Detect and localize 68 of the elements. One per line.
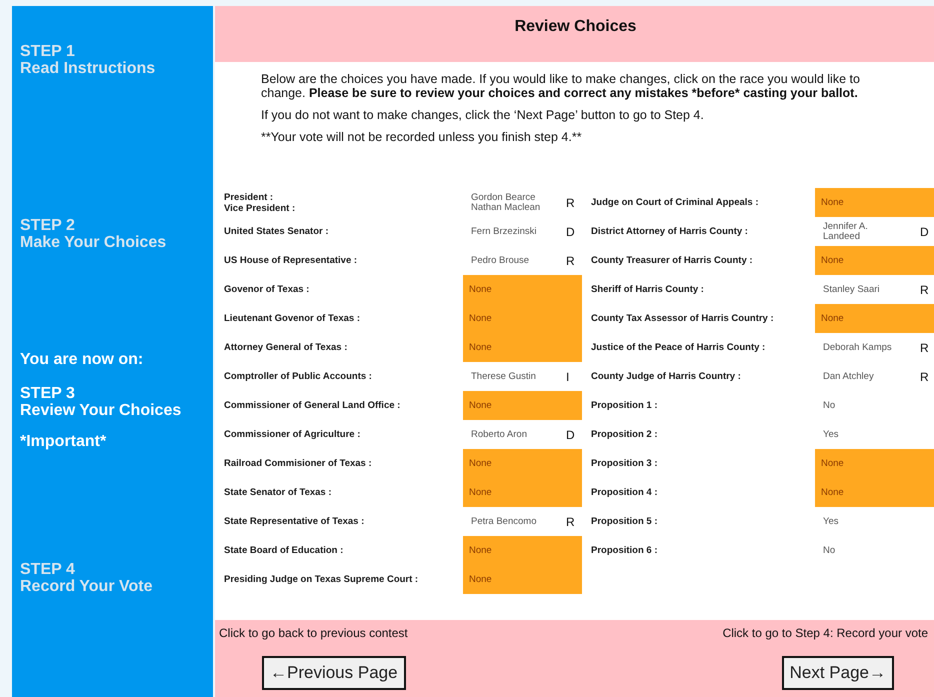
step-note: You are now on: (20, 351, 144, 369)
empty-choice-cell[interactable]: None (463, 304, 582, 333)
step-label: STEP 3 Review Your Choices (20, 385, 182, 419)
choice-cell[interactable]: Deborah Kamps R (815, 333, 934, 362)
previous-page-button[interactable]: ←Previous Page (262, 656, 406, 690)
race-label: Govenor of Texas : (224, 283, 310, 297)
race-label: President : Vice President : (224, 190, 296, 216)
race-label: Justice of the Peace of Harris County : (591, 341, 766, 355)
race-label: State Board of Education : (224, 544, 344, 558)
race-label: Railroad Commisioner of Texas : (224, 457, 373, 471)
choice-cell[interactable]: Dan Atchley R (815, 362, 934, 391)
empty-choice-cell[interactable]: None (463, 565, 582, 594)
next-page-button[interactable]: Next Page→ (782, 656, 894, 690)
step-label: STEP 4 Record Your Vote (20, 561, 154, 595)
race-label: Judge on Court of Criminal Appeals : (591, 196, 760, 210)
instruction-text: If you do not want to make changes, click the ‘Next Page’ button to go to Step 4. (261, 108, 705, 122)
empty-choice-cell[interactable]: None (815, 246, 934, 275)
race-label: Lieutenant Govenor of Texas : (224, 312, 362, 326)
choice-cell[interactable]: No (815, 391, 934, 420)
empty-choice-cell[interactable]: None (463, 391, 582, 420)
step-note: *Important* (20, 433, 108, 451)
choice-cell[interactable]: Yes (815, 420, 934, 449)
race-label: Presiding Judge on Texas Supreme Court : (224, 573, 420, 587)
empty-choice-cell[interactable]: None (815, 449, 934, 478)
race-label: Proposition 4 : (591, 486, 658, 500)
race-label: Comptroller of Public Accounts : (224, 370, 373, 384)
choice-cell[interactable]: Pedro Brouse R (463, 246, 582, 275)
race-label: Proposition 6 : (591, 544, 658, 558)
page-title: Review Choices (514, 18, 636, 36)
race-label: State Senator of Texas : (224, 486, 333, 500)
race-label: Commissioner of General Land Office : (224, 399, 402, 413)
race-label: Proposition 5 : (591, 515, 658, 529)
instruction-text: **Your vote will not be recorded unless you finish step 4.** (261, 130, 583, 144)
empty-choice-cell[interactable]: None (463, 333, 582, 362)
empty-choice-cell[interactable]: None (815, 304, 934, 333)
choice-cell[interactable]: Jennifer A. Landeed D (815, 217, 934, 246)
choice-cell[interactable]: Fern Brzezinski D (463, 217, 582, 246)
step-label: STEP 1 Read Instructions (20, 43, 156, 77)
choice-cell[interactable]: Petra Bencomo R (463, 507, 582, 536)
race-label: Proposition 2 : (591, 428, 658, 442)
race-label: District Attorney of Harris County : (591, 225, 749, 239)
race-label: County Treasurer of Harris County : (591, 254, 754, 268)
empty-choice-cell[interactable]: None (463, 536, 582, 565)
choice-cell[interactable]: Stanley Saari R (815, 275, 934, 304)
choice-cell[interactable]: Therese Gustin I (463, 362, 582, 391)
race-label: United States Senator : (224, 225, 330, 239)
race-label: Sheriff of Harris County : (591, 283, 705, 297)
race-label: County Judge of Harris Country : (591, 370, 742, 384)
next-hint: Click to go to Step 4: Record your vote (722, 626, 928, 640)
empty-choice-cell[interactable]: None (463, 478, 582, 507)
back-hint: Click to go back to previous contest (219, 626, 408, 640)
instruction-text: Below are the choices you have made. If you would like to make changes, click on the race you would like to change. Please be sure to review your choices and correct any mistakes *before* casting your ballot. (261, 72, 861, 100)
empty-choice-cell[interactable]: None (815, 478, 934, 507)
choice-cell[interactable]: Gordon Bearce Nathan Maclean R (463, 188, 582, 217)
empty-choice-cell[interactable]: None (815, 188, 934, 217)
race-label: Commissioner of Agriculture : (224, 428, 362, 442)
race-label: County Tax Assessor of Harris Country : (591, 312, 775, 326)
race-label: US House of Representative : (224, 254, 358, 268)
race-label: Proposition 3 : (591, 457, 658, 471)
race-label: Proposition 1 : (591, 399, 658, 413)
race-label: Attorney General of Texas : (224, 341, 348, 355)
choice-cell[interactable]: No (815, 536, 934, 565)
step-label: STEP 2 Make Your Choices (20, 217, 168, 251)
empty-choice-cell[interactable]: None (463, 449, 582, 478)
choice-cell[interactable]: Roberto Aron D (463, 420, 582, 449)
empty-choice-cell[interactable]: None (463, 275, 582, 304)
choice-cell[interactable]: Yes (815, 507, 934, 536)
race-label: State Representative of Texas : (224, 515, 366, 529)
